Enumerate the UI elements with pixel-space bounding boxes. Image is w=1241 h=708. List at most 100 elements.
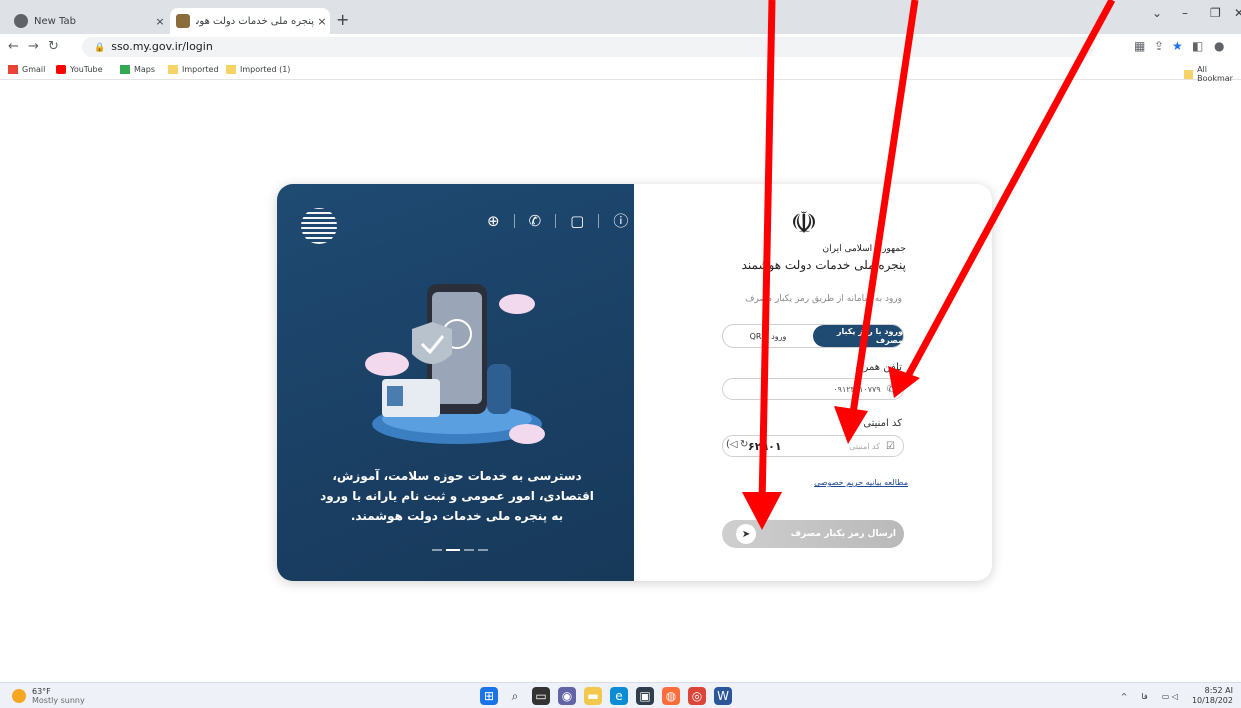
taskbar-apps: ⊞ ⌕ ▭ ◉ ▬ e ▣ ◍ ◎ W: [480, 687, 732, 705]
folder-icon: [226, 65, 236, 74]
share-icon[interactable]: ⇪: [1154, 39, 1164, 53]
edge-icon[interactable]: e: [610, 687, 628, 705]
chat-icon[interactable]: ▢: [570, 212, 584, 230]
bookmark-imported[interactable]: Imported: [168, 65, 219, 74]
search-icon[interactable]: ⌕: [506, 687, 524, 705]
folder-icon: [168, 65, 178, 74]
bookmarks-bar: Gmail YouTube Maps Imported Imported (1)…: [0, 60, 1241, 83]
profile-icon[interactable]: ●: [1214, 39, 1224, 53]
gmail-icon: [8, 65, 18, 74]
captcha-label: کد امنیتی: [863, 418, 902, 429]
back-icon[interactable]: ←: [8, 39, 19, 54]
firefox-icon[interactable]: ◍: [662, 687, 680, 705]
login-form: ☫ جمهوری اسلامی ایران پنجره ملی خدمات دو…: [634, 184, 992, 581]
lock-icon: 🔒: [94, 43, 106, 53]
tab-new-tab[interactable]: New Tab ×: [8, 8, 168, 34]
privacy-link[interactable]: مطالعه بیانیه حریم خصوصی: [814, 478, 908, 487]
close-window-icon[interactable]: ✕: [1234, 6, 1241, 20]
youtube-icon: [56, 65, 66, 74]
send-icon: ➤: [736, 524, 756, 544]
emblem-icon: [176, 14, 190, 28]
tab-qr-login[interactable]: ورود با QR: [723, 325, 813, 347]
tab-title: New Tab: [34, 15, 76, 27]
logo-line-2: پنجره ملی خدمات دولت هوشمند: [741, 258, 906, 272]
phone-icon[interactable]: ✆: [529, 212, 542, 230]
refresh-icon[interactable]: ↻: [740, 439, 748, 450]
phone-label: تلفن همراه: [855, 362, 902, 373]
weather-status: Mostly sunny: [32, 696, 85, 705]
maximize-icon[interactable]: ❐: [1210, 6, 1221, 20]
weather-widget[interactable]: 63°F Mostly sunny: [12, 687, 85, 705]
security-illustration: [365, 284, 545, 444]
url-input[interactable]: 🔒 sso.my.gov.ir/login: [82, 37, 1094, 57]
divider: [555, 213, 557, 228]
chevron-up-icon[interactable]: ^: [1121, 692, 1128, 701]
tab-sso[interactable]: پنجره ملی خدمات دولت هوشمند ×: [170, 8, 330, 34]
chat-icon[interactable]: ◉: [558, 687, 576, 705]
phone-value: ۰۹۱۲۳۶۱۰۷۷۹: [833, 384, 881, 394]
carousel-dot[interactable]: [478, 549, 488, 551]
carousel-dots: [432, 549, 488, 551]
translate-icon[interactable]: ▦: [1134, 39, 1145, 53]
file-explorer-icon[interactable]: ▬: [584, 687, 602, 705]
chevron-down-icon[interactable]: ⌄: [1152, 6, 1162, 20]
close-icon[interactable]: ×: [152, 15, 168, 28]
login-card: ⊕ ✆ ▢ ⓘ دسترسی به خدمات حوزه سلامت، آموز…: [277, 184, 992, 581]
minimize-icon[interactable]: –: [1182, 6, 1188, 20]
login-subtitle: ورود به سامانه از طریق رمز یکبار مصرف: [745, 294, 902, 304]
carousel-dot[interactable]: [464, 549, 474, 551]
globe-icon[interactable]: ⊕: [487, 212, 500, 230]
close-icon[interactable]: ×: [314, 15, 330, 28]
logo-line-1: جمهوری اسلامی ایران: [822, 244, 907, 254]
clock-time: 8:52 AI: [1204, 686, 1233, 695]
network-volume-icon[interactable]: ▭ ◁: [1162, 692, 1178, 701]
bookmark-gmail[interactable]: Gmail: [8, 65, 45, 74]
chrome-icon[interactable]: ◎: [688, 687, 706, 705]
maps-icon: [120, 65, 130, 74]
windows-icon[interactable]: ⊞: [480, 687, 498, 705]
sun-icon: [12, 689, 26, 703]
task-view-icon[interactable]: ▭: [532, 687, 550, 705]
carousel-dot[interactable]: [432, 549, 442, 551]
phone-input[interactable]: ✆ ۰۹۱۲۳۶۱۰۷۷۹: [722, 378, 904, 400]
store-icon[interactable]: ▣: [636, 687, 654, 705]
folder-icon: [1184, 69, 1194, 79]
tab-bar: New Tab × پنجره ملی خدمات دولت هوشمند × …: [0, 0, 1241, 34]
clock[interactable]: 8:52 AI 10/18/202: [1192, 686, 1233, 706]
tab-title: پنجره ملی خدمات دولت هوشمند: [196, 15, 314, 27]
send-otp-button[interactable]: ارسال رمز یکبار مصرف ➤: [722, 520, 904, 548]
language-icon[interactable]: فا: [1141, 692, 1147, 701]
promo-panel: ⊕ ✆ ▢ ⓘ دسترسی به خدمات حوزه سلامت، آموز…: [277, 184, 634, 581]
bookmark-all[interactable]: All Bookmar: [1184, 65, 1241, 83]
checkbox-icon: ☑: [886, 440, 895, 452]
side-panel-icon[interactable]: ◧: [1192, 39, 1203, 53]
divider: [513, 213, 515, 228]
chrome-icon: [14, 14, 28, 28]
carousel-dot-active[interactable]: [446, 549, 460, 551]
captcha-image: ۶۲۹۰۱: [748, 440, 782, 453]
iran-emblem-icon: ☫: [790, 206, 818, 241]
forward-icon[interactable]: →: [28, 39, 39, 54]
bookmark-youtube[interactable]: YouTube: [56, 65, 103, 74]
reload-icon[interactable]: ↻: [48, 39, 59, 54]
divider: [598, 213, 600, 228]
new-tab-button[interactable]: +: [336, 10, 349, 29]
temperature: 63°F: [32, 687, 51, 696]
promo-text: دسترسی به خدمات حوزه سلامت، آموزش، اقتصا…: [320, 469, 594, 523]
top-icons: ⊕ ✆ ▢ ⓘ: [487, 210, 628, 231]
info-icon[interactable]: ⓘ: [613, 210, 628, 231]
captcha-placeholder: کد امنیتی: [849, 441, 881, 451]
url-text: sso.my.gov.ir/login: [111, 40, 213, 53]
system-tray: ^ فا ▭ ◁ 8:52 AI 10/18/202: [1121, 686, 1233, 706]
phone-icon: ✆: [886, 383, 895, 395]
bookmark-imported-1[interactable]: Imported (1): [226, 65, 290, 74]
word-icon[interactable]: W: [714, 687, 732, 705]
globe-logo-icon: [301, 208, 337, 244]
bookmark-maps[interactable]: Maps: [120, 65, 155, 74]
clock-date: 10/18/202: [1191, 696, 1233, 705]
star-icon[interactable]: ★: [1172, 39, 1183, 53]
tab-otp-login[interactable]: ورود با رمز یکبار مصرف: [813, 325, 903, 347]
login-method-tabs: ورود با رمز یکبار مصرف ورود با QR: [722, 324, 904, 348]
speaker-icon[interactable]: ◁): [726, 439, 738, 450]
send-otp-label: ارسال رمز یکبار مصرف: [790, 529, 896, 539]
